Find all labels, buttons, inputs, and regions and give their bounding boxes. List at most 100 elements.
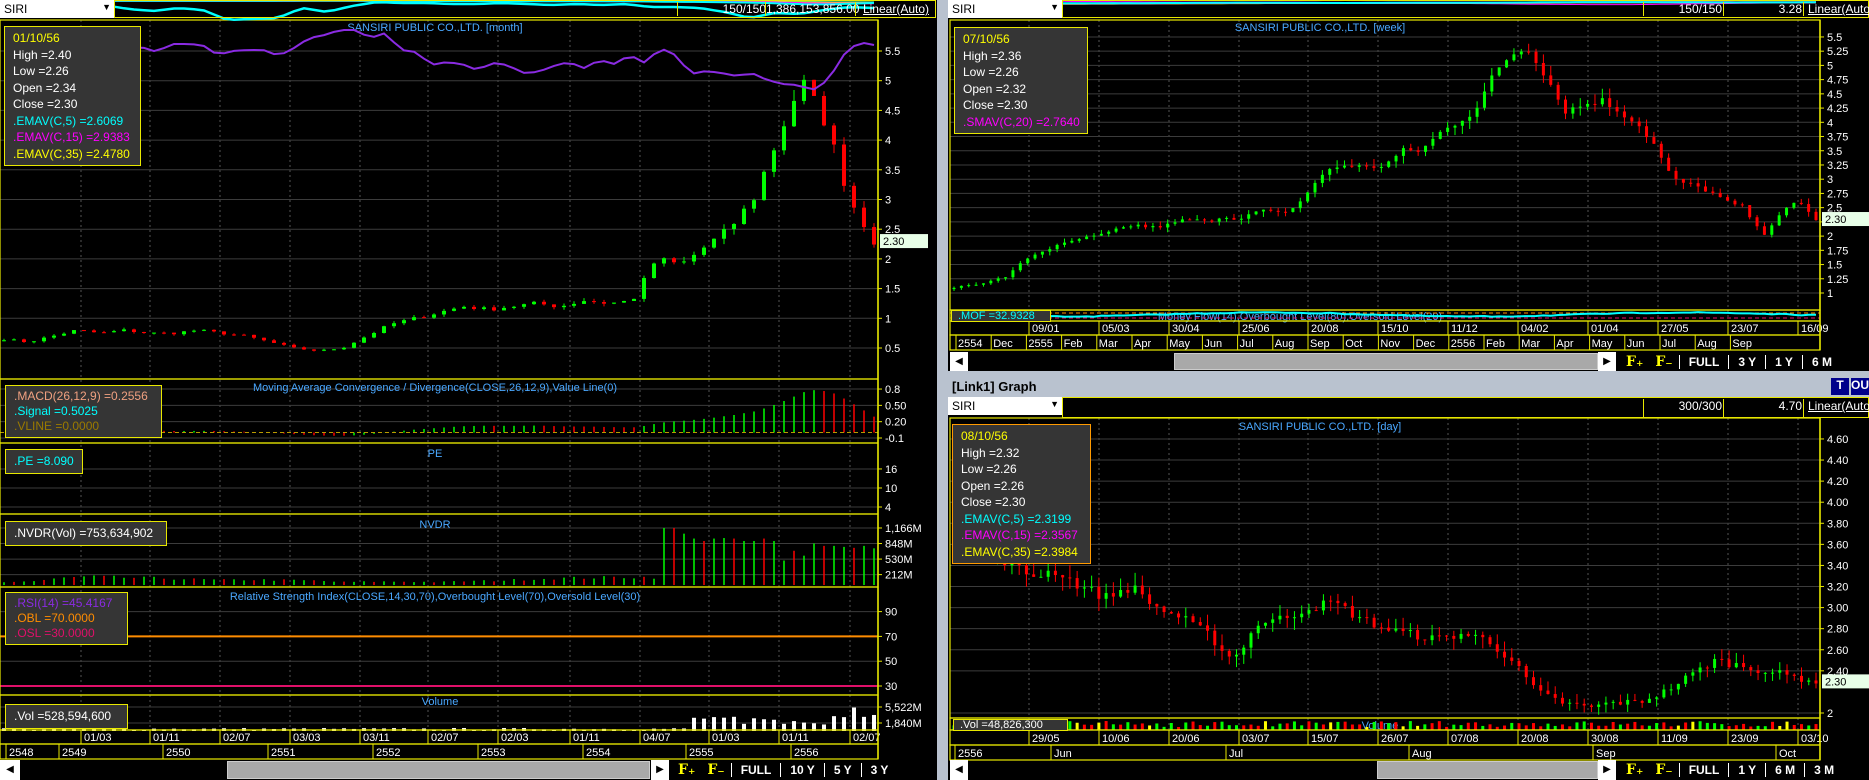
axis-tick-label: 4.25	[1827, 103, 1848, 115]
scale-dropdown[interactable]: Linear(Auto)	[1803, 399, 1869, 418]
date-label: 03/11	[363, 732, 390, 744]
btn-1y[interactable]: 1 Y	[1765, 355, 1802, 369]
price-candle	[1239, 218, 1243, 220]
axis-tick-label: 1.75	[1827, 245, 1848, 257]
btn-5y[interactable]: 5 Y	[823, 763, 861, 777]
scroll-left-button[interactable]: ◀	[950, 760, 968, 780]
header-value: 4.70	[1723, 399, 1802, 418]
price-candle	[1674, 170, 1678, 179]
price-candle	[1626, 699, 1630, 705]
price-candle	[302, 347, 306, 350]
price-candle	[1647, 698, 1651, 703]
date-label: 23/07	[1731, 323, 1759, 335]
ohlc-info-box-week: 07/10/56 High =2.36 Low =2.26 Open =2.32…	[954, 27, 1088, 134]
symbol-dropdown-week[interactable]: SIRI ▼	[948, 0, 1062, 18]
zoom-out-button[interactable]: F₋	[707, 762, 724, 778]
scrollbar-thumb-left[interactable]	[227, 761, 650, 779]
price-candle	[1144, 224, 1148, 228]
price-candle	[1691, 672, 1695, 676]
link-window-title: [Link1] Graph	[952, 379, 1037, 394]
volume-bar	[762, 719, 766, 731]
price-candle	[1140, 585, 1144, 595]
price-candle	[981, 283, 985, 285]
volume-bar	[1082, 724, 1086, 730]
axis-tick-label: 4.75	[1827, 75, 1848, 87]
btn-3m[interactable]: 3 M	[1804, 763, 1843, 777]
scrollbar-thumb-day[interactable]	[1377, 761, 1598, 779]
price-candle	[1232, 217, 1236, 220]
price-candle	[1401, 148, 1405, 156]
info-low: Low =2.26	[963, 65, 1019, 79]
btn-6m[interactable]: 6 M	[1765, 763, 1804, 777]
price-candle	[1800, 675, 1804, 682]
btn-10y[interactable]: 10 Y	[780, 763, 823, 777]
scrollbar-thumb-week[interactable]	[1174, 353, 1598, 370]
volume-bar	[1430, 723, 1434, 730]
price-candle	[92, 330, 96, 333]
axis-tick-label: 3	[885, 195, 891, 207]
price-candle	[1703, 186, 1707, 192]
price-candle	[1652, 137, 1656, 144]
price-candle	[1438, 131, 1442, 139]
btn-1y[interactable]: 1 Y	[1728, 763, 1765, 777]
price-candle	[1191, 616, 1195, 623]
price-candle	[112, 331, 116, 333]
zoom-in-button[interactable]: F₊	[678, 762, 695, 778]
price-candle	[362, 337, 366, 343]
axis-tick-label: 0.5	[885, 343, 900, 355]
price-candle	[1645, 126, 1649, 138]
t-button[interactable]: T	[1831, 378, 1849, 395]
price-candle	[1490, 75, 1494, 92]
btn-full[interactable]: FULL	[1678, 355, 1729, 369]
btn-6m[interactable]: 6 M	[1801, 355, 1841, 369]
nvdr-title: NVDR	[419, 519, 450, 531]
scroll-right-button[interactable]: ▶	[651, 760, 669, 780]
zoom-in-button[interactable]: F₊	[1626, 762, 1643, 778]
price-candle	[1416, 150, 1420, 152]
zoom-out-button[interactable]: F₋	[1655, 762, 1672, 778]
volume-bar	[1589, 722, 1593, 730]
volume-bar	[1394, 722, 1398, 730]
scroll-left-button[interactable]: ◀	[0, 760, 20, 780]
volume-bar	[1126, 722, 1130, 730]
scroll-right-button[interactable]: ▶	[1598, 352, 1616, 371]
symbol-dropdown-day[interactable]: SIRI ▼	[948, 397, 1062, 415]
volume-bar	[1220, 721, 1224, 730]
btn-3y[interactable]: 3 Y	[860, 763, 898, 777]
axis-tick-label: 0.20	[885, 417, 906, 429]
price-candle	[472, 306, 476, 310]
ou-button[interactable]: OU	[1851, 378, 1869, 395]
price-candle	[1698, 667, 1702, 673]
month-label: 2556	[1451, 338, 1475, 350]
price-candle	[1571, 107, 1575, 114]
scroll-left-button[interactable]: ◀	[950, 352, 968, 371]
chevron-down-icon: ▼	[1050, 399, 1059, 409]
btn-full[interactable]: FULL	[1678, 763, 1729, 777]
price-candle	[1158, 226, 1162, 228]
zoom-in-button[interactable]: F₊	[1626, 354, 1643, 370]
btn-3y[interactable]: 3 Y	[1728, 355, 1765, 369]
volume-bar	[1300, 725, 1304, 730]
symbol-dropdown-left[interactable]: SIRI ▼	[0, 0, 114, 18]
price-candle	[1247, 214, 1251, 219]
volume-bar	[1213, 722, 1217, 730]
pane-splitter[interactable]	[937, 0, 948, 780]
price-candle	[332, 349, 336, 351]
price-candle	[1336, 600, 1340, 604]
zoom-out-button[interactable]: F₋	[1655, 354, 1672, 370]
scale-dropdown[interactable]: Linear(Auto)	[855, 2, 936, 16]
price-candle	[1762, 226, 1766, 235]
btn-full[interactable]: FULL	[730, 763, 781, 777]
ema15-label: .EMAV(C,15)	[961, 528, 1031, 542]
date-label: 20/06	[1172, 733, 1200, 745]
month-label: Sep	[1596, 748, 1616, 760]
axis-tick-label: 4.60	[1827, 434, 1848, 446]
month-label: Jul	[1229, 748, 1243, 760]
price-candle	[1169, 612, 1173, 614]
price-candle	[1026, 258, 1030, 264]
scroll-right-button[interactable]: ▶	[1598, 760, 1616, 780]
price-candle	[1556, 84, 1560, 100]
scale-dropdown[interactable]: Linear(Auto)	[1803, 2, 1869, 16]
price-candle	[1755, 217, 1759, 227]
date-label: 20/08	[1311, 323, 1339, 335]
